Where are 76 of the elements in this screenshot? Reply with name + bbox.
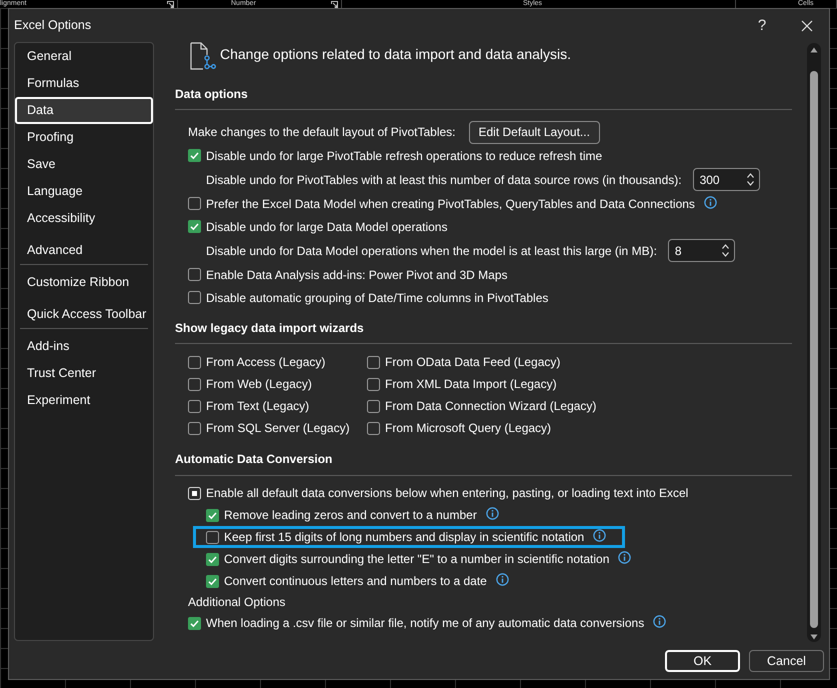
checkbox-label: From XML Data Import (Legacy) xyxy=(385,376,557,393)
checkbox[interactable] xyxy=(188,268,201,281)
checkbox-label: Convert digits surrounding the letter "E" to a number in scientific notation xyxy=(224,551,610,568)
section-heading: Data options xyxy=(175,86,248,103)
checkbox-label: Enable Data Analysis add-ins: Power Pivot and 3D Maps xyxy=(206,266,508,284)
checkbox[interactable] xyxy=(206,574,219,588)
checkbox-label: Keep first 15 digits of long numbers and display in scientific notation xyxy=(224,529,584,546)
spinner-label: Disable undo for PivotTables with at least this number of data source rows (in thousands): xyxy=(206,172,682,188)
triangle-down-icon[interactable] xyxy=(810,633,818,641)
checkbox[interactable] xyxy=(188,356,201,368)
checkbox-label: Remove leading zeros and convert to a number xyxy=(224,507,477,524)
number-spinner[interactable]: 8 xyxy=(668,239,735,262)
corner-arrow-icon[interactable] xyxy=(167,1,174,8)
checkbox[interactable] xyxy=(188,422,201,434)
sidebar-item[interactable]: Experiment xyxy=(15,387,153,414)
checkbox[interactable] xyxy=(188,220,201,233)
chevron-up-icon[interactable] xyxy=(722,244,729,249)
checkbox[interactable] xyxy=(188,291,201,304)
sidebar-item[interactable]: Add-ins xyxy=(15,333,153,360)
help-button[interactable]: ? xyxy=(754,16,770,36)
checkbox-label: From SQL Server (Legacy) xyxy=(206,420,350,437)
chevron-down-icon[interactable] xyxy=(746,181,754,186)
sidebar-item[interactable]: Language xyxy=(15,178,153,205)
checkbox[interactable] xyxy=(367,422,380,434)
dialog-button[interactable]: Cancel xyxy=(749,650,824,672)
section-heading: Show legacy data import wizards xyxy=(175,320,364,337)
sidebar-item[interactable]: Data xyxy=(15,97,153,124)
checkbox[interactable] xyxy=(367,378,380,390)
checkbox-label: From OData Data Feed (Legacy) xyxy=(385,354,560,371)
data-document-icon xyxy=(188,42,216,70)
chevron-up-icon[interactable] xyxy=(746,173,754,178)
dialog-button[interactable]: OK xyxy=(665,650,740,672)
scrollbar-thumb[interactable] xyxy=(810,71,818,628)
window-title: Excel Options xyxy=(13,17,92,34)
sidebar-item[interactable]: General xyxy=(15,43,153,70)
sidebar-item[interactable]: Quick Access Toolbar xyxy=(15,301,153,328)
checkbox[interactable] xyxy=(188,197,201,210)
checkbox[interactable] xyxy=(188,616,201,630)
checkbox-label: Disable undo for large Data Model operations xyxy=(206,218,448,236)
checkbox-label: Enable all default data conversions below when entering, pasting, or loading text into Excel xyxy=(206,485,688,502)
checkbox-label: From Text (Legacy) xyxy=(206,398,310,415)
page-description: Change options related to data import and data analysis. xyxy=(220,45,572,64)
checkbox[interactable] xyxy=(188,400,201,412)
checkbox-label: Disable automatic grouping of Date/Time columns in PivotTables xyxy=(206,290,548,306)
chevron-down-icon[interactable] xyxy=(722,252,729,257)
layout-button[interactable]: Edit Default Layout... xyxy=(468,120,600,144)
checkbox[interactable] xyxy=(367,400,380,412)
checkbox-label: From Data Connection Wizard (Legacy) xyxy=(385,398,596,415)
checkbox-label: From Access (Legacy) xyxy=(206,354,326,371)
spinner-label: Disable undo for Data Model operations when the model is at least this large (in MB): xyxy=(206,242,657,260)
subsection-label: Additional Options xyxy=(188,594,286,611)
checkbox-label: From Web (Legacy) xyxy=(206,376,312,393)
number-spinner[interactable]: 300 xyxy=(692,168,760,191)
sidebar-item[interactable]: Customize Ribbon xyxy=(15,269,153,296)
checkbox-label: From Microsoft Query (Legacy) xyxy=(385,420,552,437)
checkbox-label: Disable undo for large PivotTable refresh operations to reduce refresh time xyxy=(206,148,602,164)
sidebar-item[interactable]: Advanced xyxy=(15,237,153,264)
sidebar-item[interactable]: Save xyxy=(15,151,153,178)
sidebar-item[interactable]: Trust Center xyxy=(15,360,153,387)
checkbox[interactable] xyxy=(188,149,201,162)
close-icon[interactable] xyxy=(801,20,813,32)
checkbox[interactable] xyxy=(206,530,219,544)
corner-arrow-icon[interactable] xyxy=(331,1,338,8)
checkbox[interactable] xyxy=(206,552,219,566)
checkbox[interactable] xyxy=(367,356,380,368)
option-label: Make changes to the default layout of PivotTables: xyxy=(188,124,456,141)
checkbox-label: When loading a .csv file or similar file, notify me of any automatic data conversions xyxy=(206,615,644,632)
checkbox-label: Convert continuous letters and numbers to a date xyxy=(224,573,487,590)
checkbox[interactable] xyxy=(188,378,201,390)
sidebar-item[interactable]: Proofing xyxy=(15,124,153,151)
checkbox[interactable] xyxy=(206,508,219,522)
sidebar-item[interactable]: Accessibility xyxy=(15,205,153,232)
section-heading: Automatic Data Conversion xyxy=(175,451,332,468)
sidebar-item[interactable]: Formulas xyxy=(15,70,153,97)
checkbox-label: Prefer the Excel Data Model when creating PivotTables, QueryTables and Data Connections xyxy=(206,196,695,212)
triangle-up-icon[interactable] xyxy=(810,46,818,54)
